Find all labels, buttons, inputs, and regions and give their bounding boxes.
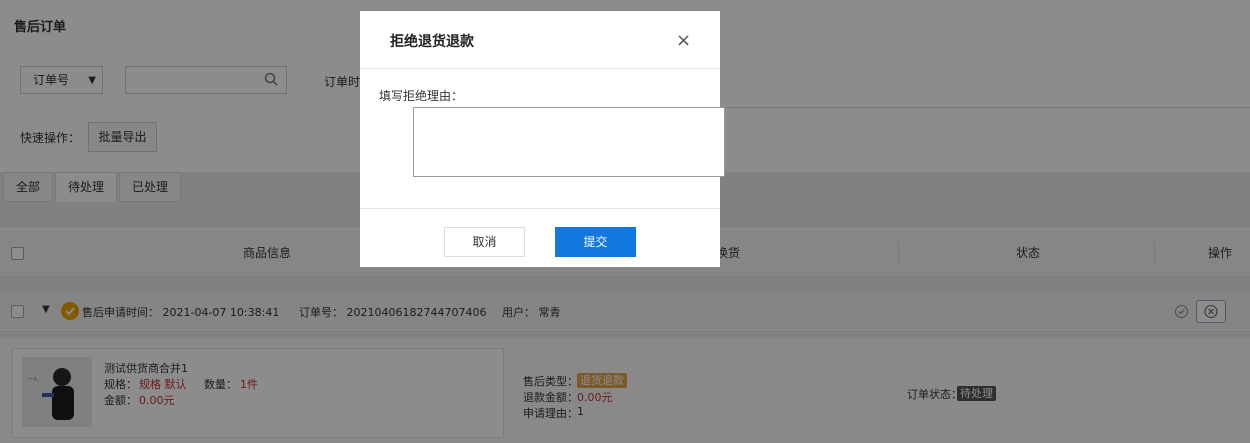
reject-reason-label: 填写拒绝理由：: [379, 89, 464, 103]
cancel-button[interactable]: 取消: [444, 227, 525, 257]
dialog-header-divider: [360, 68, 720, 69]
submit-button[interactable]: 提交: [555, 227, 636, 257]
reject-reason-textarea[interactable]: [413, 107, 725, 177]
dialog-footer-divider: [360, 208, 720, 209]
dialog-title: 拒绝退货退款: [390, 34, 474, 50]
close-icon[interactable]: ×: [676, 31, 691, 51]
